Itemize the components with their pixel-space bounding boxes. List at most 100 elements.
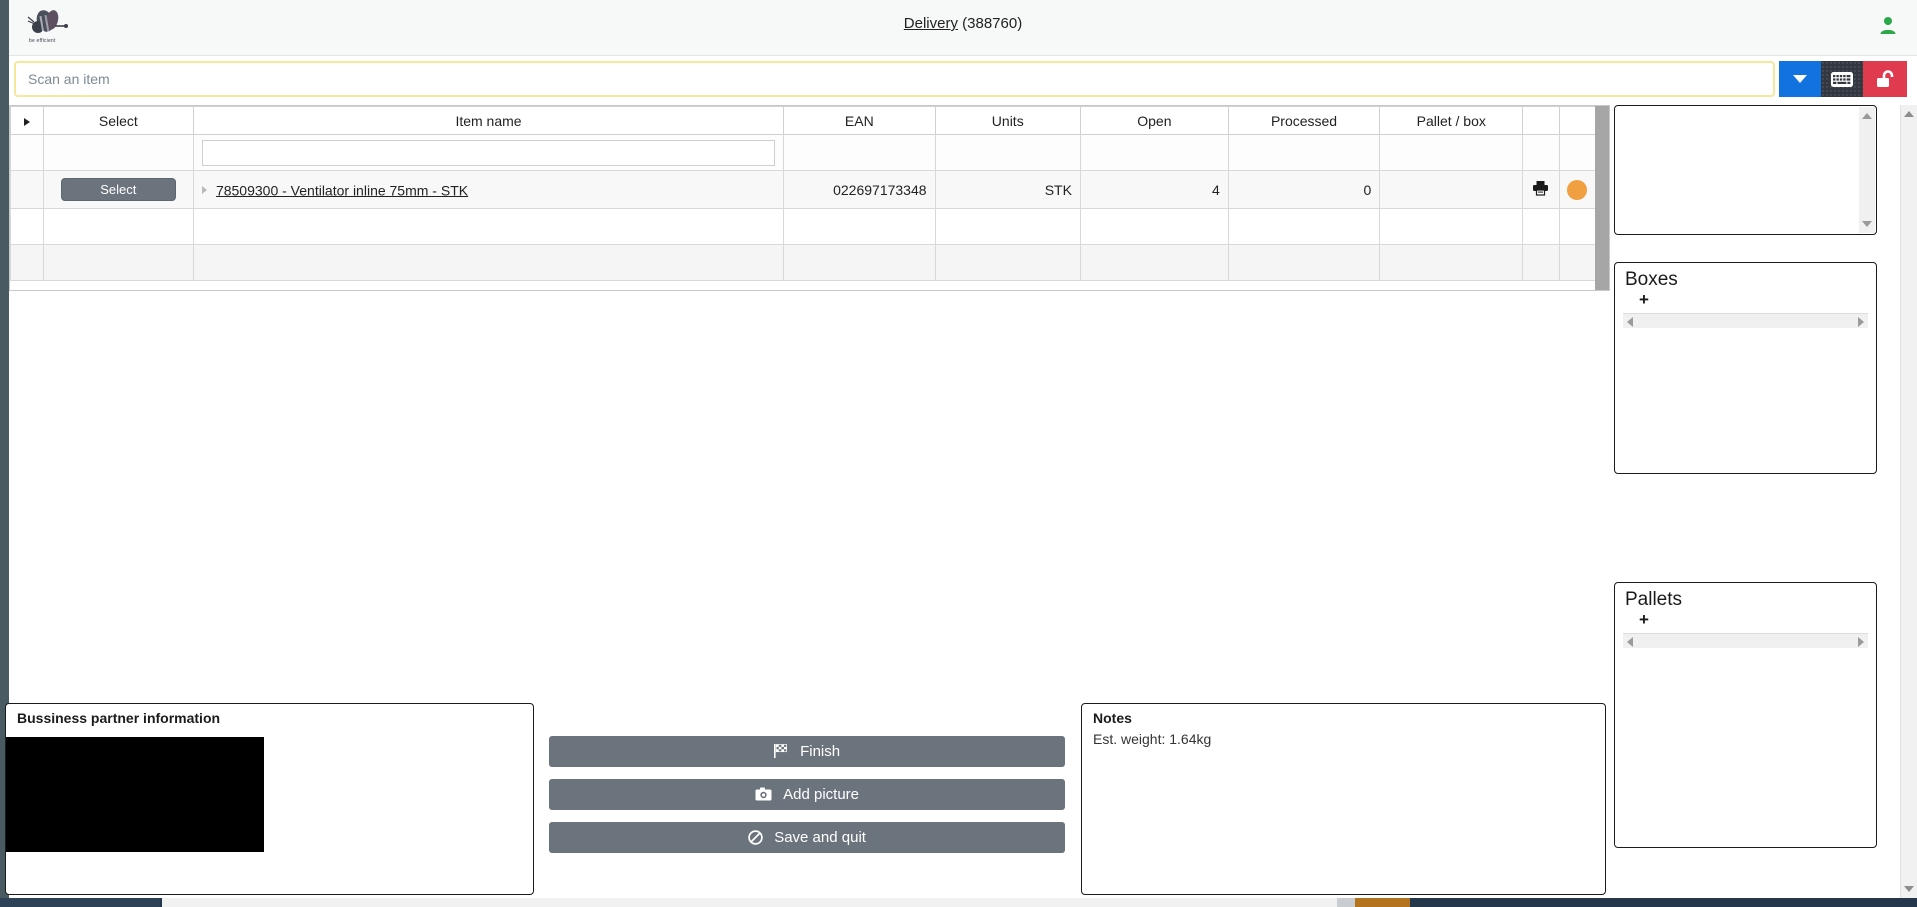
boxes-scroll-left-icon[interactable] bbox=[1627, 317, 1633, 327]
pallets-scroll-right-icon[interactable] bbox=[1858, 637, 1864, 647]
column-pallet-box[interactable]: Pallet / box bbox=[1379, 106, 1524, 135]
scroll-panel bbox=[1614, 105, 1877, 235]
column-processed[interactable]: Processed bbox=[1227, 106, 1381, 135]
business-partner-title: Bussiness partner information bbox=[17, 710, 221, 726]
row-item-name-cell: 78509300 - Ventilator inline 75mm - STK bbox=[192, 170, 785, 209]
scan-bar bbox=[9, 57, 1917, 101]
page-title: Delivery (388760) bbox=[9, 15, 1917, 32]
action-buttons: Finish Add picture Save and quit bbox=[549, 736, 1065, 865]
table-empty-row bbox=[10, 244, 1597, 281]
column-ean[interactable]: EAN bbox=[783, 106, 936, 135]
save-and-quit-button[interactable]: Save and quit bbox=[549, 822, 1065, 853]
item-name-link[interactable]: 78509300 - Ventilator inline 75mm - STK bbox=[216, 182, 468, 198]
filter-open-cell bbox=[1079, 134, 1229, 171]
filter-units-cell bbox=[934, 134, 1081, 171]
row-pallet-box-cell bbox=[1379, 170, 1524, 209]
column-open[interactable]: Open bbox=[1079, 106, 1229, 135]
taskbar-start-area[interactable] bbox=[0, 898, 160, 907]
scan-dropdown-button[interactable] bbox=[1779, 61, 1821, 97]
filter-ean-cell bbox=[783, 134, 936, 171]
notes-title: Notes bbox=[1093, 710, 1132, 726]
scroll-down-arrow-icon[interactable] bbox=[1862, 221, 1872, 227]
items-table: Select Item name EAN Units Open Processe… bbox=[10, 106, 1597, 281]
status-badge bbox=[1567, 179, 1588, 200]
add-pallet-button[interactable]: + bbox=[1639, 611, 1649, 628]
boxes-horizontal-scrollbar[interactable] bbox=[1623, 313, 1868, 328]
filter-select-cell bbox=[42, 134, 194, 171]
save-and-quit-label: Save and quit bbox=[774, 829, 866, 846]
add-box-button[interactable]: + bbox=[1639, 291, 1649, 308]
delivery-link[interactable]: Delivery bbox=[904, 15, 958, 32]
column-item-name[interactable]: Item name bbox=[192, 106, 785, 135]
pallets-scroll-left-icon[interactable] bbox=[1627, 637, 1633, 647]
row-open-cell: 4 bbox=[1079, 170, 1229, 209]
app-header: be efficient Delivery (388760) bbox=[9, 0, 1917, 56]
boxes-title: Boxes bbox=[1625, 269, 1678, 290]
taskbar-tray-item[interactable] bbox=[1337, 898, 1357, 907]
row-print-cell[interactable] bbox=[1522, 170, 1560, 209]
taskbar-active-indicator[interactable] bbox=[1355, 898, 1410, 907]
scan-input[interactable] bbox=[14, 61, 1775, 97]
row-processed-cell: 0 bbox=[1227, 170, 1381, 209]
row-ean-cell: 022697173348 bbox=[783, 170, 936, 209]
item-name-filter-input[interactable] bbox=[201, 139, 776, 166]
checkered-flag-icon bbox=[773, 743, 793, 760]
table-header-row: Select Item name EAN Units Open Processe… bbox=[10, 106, 1597, 135]
finish-label: Finish bbox=[800, 743, 841, 760]
no-entry-svg bbox=[748, 830, 763, 845]
expand-all-caret-icon bbox=[23, 117, 30, 126]
column-select[interactable]: Select bbox=[42, 106, 194, 135]
user-icon[interactable] bbox=[1877, 14, 1899, 36]
filter-print-cell bbox=[1522, 134, 1560, 171]
table-empty-row bbox=[10, 208, 1597, 245]
scroll-panel-scrollbar[interactable] bbox=[1859, 107, 1875, 233]
add-picture-label: Add picture bbox=[783, 786, 860, 803]
business-partner-panel: Bussiness partner information bbox=[5, 703, 534, 895]
finish-button[interactable]: Finish bbox=[549, 736, 1065, 767]
table-row[interactable]: Select 78509300 - Ventilator inline 75mm… bbox=[10, 170, 1597, 209]
pallets-title: Pallets bbox=[1625, 589, 1683, 610]
filter-item-name-cell bbox=[192, 134, 785, 171]
filter-status-cell bbox=[1558, 134, 1597, 171]
page-scroll-up-icon[interactable] bbox=[1904, 111, 1914, 117]
brand-tagline: be efficient bbox=[29, 38, 56, 44]
row-status-cell[interactable] bbox=[1558, 170, 1597, 209]
column-expand-all[interactable] bbox=[10, 106, 44, 135]
pallets-horizontal-scrollbar[interactable] bbox=[1623, 633, 1868, 648]
unlock-icon bbox=[1877, 70, 1894, 87]
redaction-overlay bbox=[6, 737, 264, 852]
column-units[interactable]: Units bbox=[934, 106, 1081, 135]
notes-panel: Notes Est. weight: 1.64kg bbox=[1081, 703, 1606, 895]
row-units-cell: STK bbox=[934, 170, 1081, 209]
printer-icon bbox=[1533, 181, 1549, 196]
table-filter-row bbox=[10, 134, 1597, 171]
camera-icon bbox=[755, 786, 776, 803]
filter-pallet-cell bbox=[1379, 134, 1524, 171]
column-status bbox=[1558, 106, 1597, 135]
unlock-button[interactable] bbox=[1863, 61, 1907, 97]
scroll-up-arrow-icon[interactable] bbox=[1862, 113, 1872, 119]
table-vertical-scrollbar[interactable] bbox=[1595, 106, 1609, 290]
column-print bbox=[1522, 106, 1560, 135]
notes-body: Est. weight: 1.64kg bbox=[1093, 731, 1212, 747]
user-icon-svg bbox=[1880, 17, 1896, 34]
virtual-keyboard-button[interactable] bbox=[1821, 61, 1863, 97]
page-scroll-down-icon[interactable] bbox=[1904, 886, 1914, 892]
filter-processed-cell bbox=[1227, 134, 1381, 171]
taskbar-window-button[interactable] bbox=[162, 898, 1337, 907]
boxes-scroll-right-icon[interactable] bbox=[1858, 317, 1864, 327]
page-vertical-scrollbar[interactable] bbox=[1900, 105, 1917, 898]
row-expand-caret-icon[interactable] bbox=[201, 186, 207, 195]
row-expand-cell bbox=[10, 170, 44, 209]
app-root: be efficient Delivery (388760) Scan an i… bbox=[0, 0, 1917, 907]
filter-expand-cell bbox=[10, 134, 44, 171]
add-picture-button[interactable]: Add picture bbox=[549, 779, 1065, 810]
boxes-panel: Boxes + bbox=[1614, 262, 1877, 474]
pallets-panel: Pallets + bbox=[1614, 582, 1877, 848]
checkered-flag-svg bbox=[773, 744, 787, 758]
keyboard-icon bbox=[1831, 71, 1853, 87]
select-button[interactable]: Select bbox=[60, 178, 176, 201]
no-entry-icon bbox=[748, 829, 767, 846]
camera-svg bbox=[755, 787, 772, 801]
chevron-down-icon bbox=[1793, 75, 1807, 83]
